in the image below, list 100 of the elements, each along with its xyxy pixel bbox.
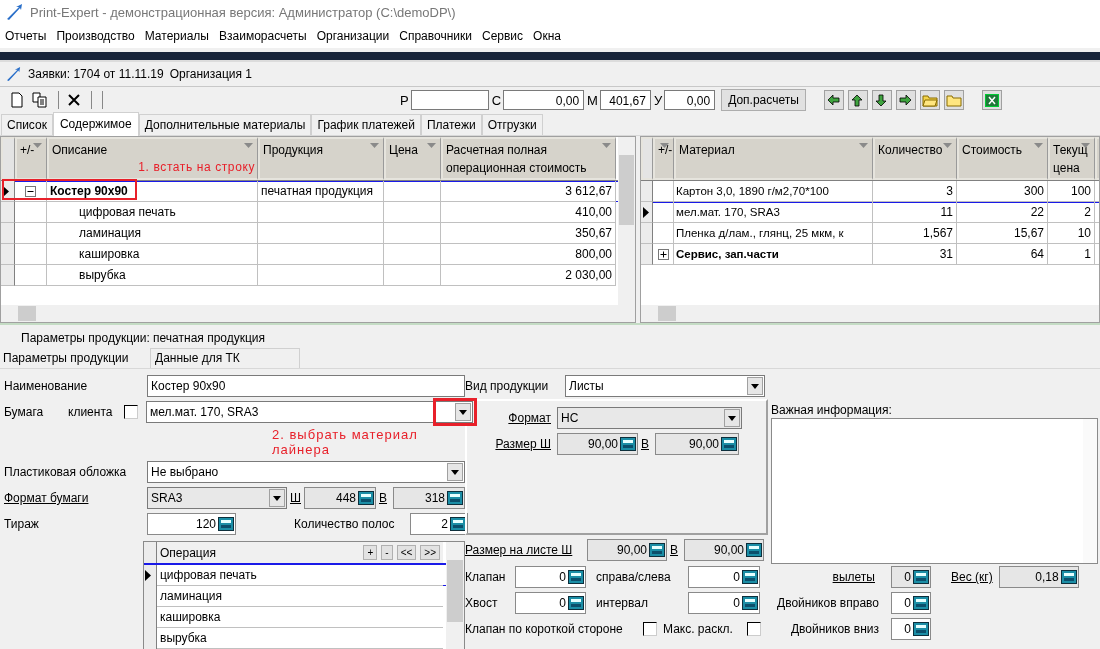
table-cell: 2 030,00 [441, 265, 616, 286]
table-cell: Костер 90x90 [47, 181, 258, 202]
column-header[interactable]: +/- [653, 137, 674, 180]
annotation-text: 1. встать на строку [138, 159, 255, 176]
dropdown[interactable]: мел.мат. 170, SRA3 [146, 401, 473, 423]
tab[interactable]: Данные для ТК [150, 348, 300, 368]
number-field[interactable]: 0,18 [998, 566, 1079, 588]
menu-item[interactable]: Отчеты [0, 29, 52, 43]
menu-item[interactable]: Окна [528, 29, 566, 43]
menu-item[interactable]: Производство [51, 29, 140, 43]
tab[interactable]: Параметры продукции [0, 349, 150, 368]
annotation-text: 2. выбрать материал лайнера [272, 427, 419, 457]
total-label: М [587, 92, 598, 108]
tab[interactable]: Дополнительные материалы [138, 114, 312, 135]
number-field[interactable]: 0 [891, 592, 931, 614]
link[interactable]: Ш [287, 491, 304, 505]
number-field[interactable]: 0 [515, 592, 586, 614]
column-header[interactable]: Стоимость [957, 137, 1048, 180]
column-header[interactable]: Материал [674, 137, 873, 180]
link[interactable]: В [638, 437, 655, 451]
panel-caption: Параметры продукции: печатная продукция [20, 330, 267, 346]
number-field[interactable]: 0 [688, 566, 760, 588]
column-header[interactable]: Расчетная полная операционная стоимость [441, 137, 616, 180]
number-field[interactable]: 90,00 [557, 433, 638, 455]
number-field[interactable]: 318 [393, 487, 465, 509]
link[interactable]: Вес (кг) [951, 570, 993, 584]
table-cell: 800,00 [441, 244, 616, 265]
field-label: справа/слева [596, 570, 672, 584]
grid-button[interactable]: + [363, 545, 378, 560]
column-header[interactable]: Описание 1. встать на строку [47, 137, 258, 180]
table-cell: ламинация [47, 223, 258, 244]
tab[interactable]: Список [1, 114, 53, 135]
tab[interactable]: Отгрузки [481, 114, 543, 135]
total-field[interactable]: 401,67 [599, 90, 651, 110]
total-field[interactable]: 0,00 [503, 90, 585, 110]
table-cell: кашировка [47, 244, 258, 265]
total-label: С [491, 92, 502, 108]
number-field[interactable]: 2 [410, 513, 468, 535]
text-field[interactable]: Костер 90x90 [147, 375, 465, 397]
window-title: Print-Expert - демонстрационная версия: Администратор (C:\demoDP\) [30, 4, 456, 20]
column-header[interactable]: Количество [873, 137, 957, 180]
table-cell: Пленка д/лам., глянц, 25 мкм, к [674, 223, 873, 244]
table-cell: 3 [873, 181, 957, 202]
tab[interactable]: График платежей [311, 114, 421, 135]
column-header[interactable]: Продукция [258, 137, 384, 180]
menu-item[interactable]: Взаиморасчеты [214, 29, 312, 43]
grid-button[interactable]: << [396, 545, 417, 560]
table-cell: мел.мат. 170, SRA3 [674, 202, 873, 223]
table-cell: 1,567 [873, 223, 957, 244]
field-label: Тираж [4, 517, 40, 531]
column-header[interactable]: Цена [384, 137, 441, 180]
field-label: Пластиковая обложка [4, 465, 128, 479]
number-field[interactable]: 90,00 [684, 539, 764, 561]
link[interactable]: В [667, 543, 684, 557]
dropdown[interactable]: НС [557, 407, 742, 429]
number-field[interactable]: 90,00 [587, 539, 667, 561]
dropdown[interactable]: SRA3 [147, 487, 287, 509]
total-field[interactable]: 0,00 [664, 90, 716, 110]
link[interactable]: вылеты [768, 570, 881, 584]
number-field[interactable]: 0 [891, 566, 931, 588]
menu-item[interactable]: Организации [311, 29, 395, 43]
grid-button[interactable]: - [381, 545, 393, 560]
table-cell: 1 [1048, 244, 1095, 265]
table-cell: ламинация [157, 586, 443, 607]
column-header[interactable]: Операция + - << >> [157, 542, 443, 563]
table-cell: цифровая печать [47, 202, 258, 223]
field-label: Макс. раскл. [663, 622, 734, 636]
organization-name: Организация 1 [169, 67, 252, 81]
tab[interactable]: Содержимое [52, 112, 139, 136]
link[interactable]: Формат бумаги [4, 491, 147, 505]
menu-item[interactable]: Материалы [139, 29, 214, 43]
number-field[interactable]: 0 [891, 618, 931, 640]
menu-item[interactable]: Сервис [476, 29, 529, 43]
number-field[interactable]: 120 [147, 513, 236, 535]
link[interactable]: Размер на листе Ш [465, 543, 587, 557]
table-cell: 410,00 [441, 202, 616, 223]
number-field[interactable]: 0 [688, 592, 760, 614]
number-field[interactable]: 448 [304, 487, 376, 509]
menu-item[interactable]: Справочники [394, 29, 477, 43]
field-label: Двойников вправо [776, 596, 880, 610]
column-header[interactable]: +/- [15, 137, 47, 180]
table-cell: 22 [957, 202, 1048, 223]
field-label: клиента [68, 405, 114, 419]
dropdown[interactable]: Листы [565, 375, 765, 397]
table-cell: 100 [1048, 181, 1095, 202]
table-cell: 3 612,67 [441, 181, 616, 202]
table-cell: вырубка [157, 628, 443, 649]
field-label: Хвост [465, 596, 499, 610]
number-field[interactable]: 90,00 [655, 433, 739, 455]
extra-calculations-button[interactable]: Доп.расчеты [721, 89, 806, 111]
table-cell: Сервис, зап.части [674, 244, 873, 265]
field-label: Бумага [4, 405, 45, 419]
link[interactable]: Размер Ш [467, 437, 557, 451]
link[interactable]: В [376, 491, 393, 505]
dropdown[interactable]: Не выбрано [147, 461, 465, 483]
grid-button[interactable]: >> [420, 545, 440, 560]
number-field[interactable]: 0 [515, 566, 586, 588]
column-header[interactable]: Текущ цена [1048, 137, 1095, 180]
tab[interactable]: Платежи [420, 114, 482, 135]
document-title: Заявки: 1704 от 11.11.19 [28, 67, 164, 81]
